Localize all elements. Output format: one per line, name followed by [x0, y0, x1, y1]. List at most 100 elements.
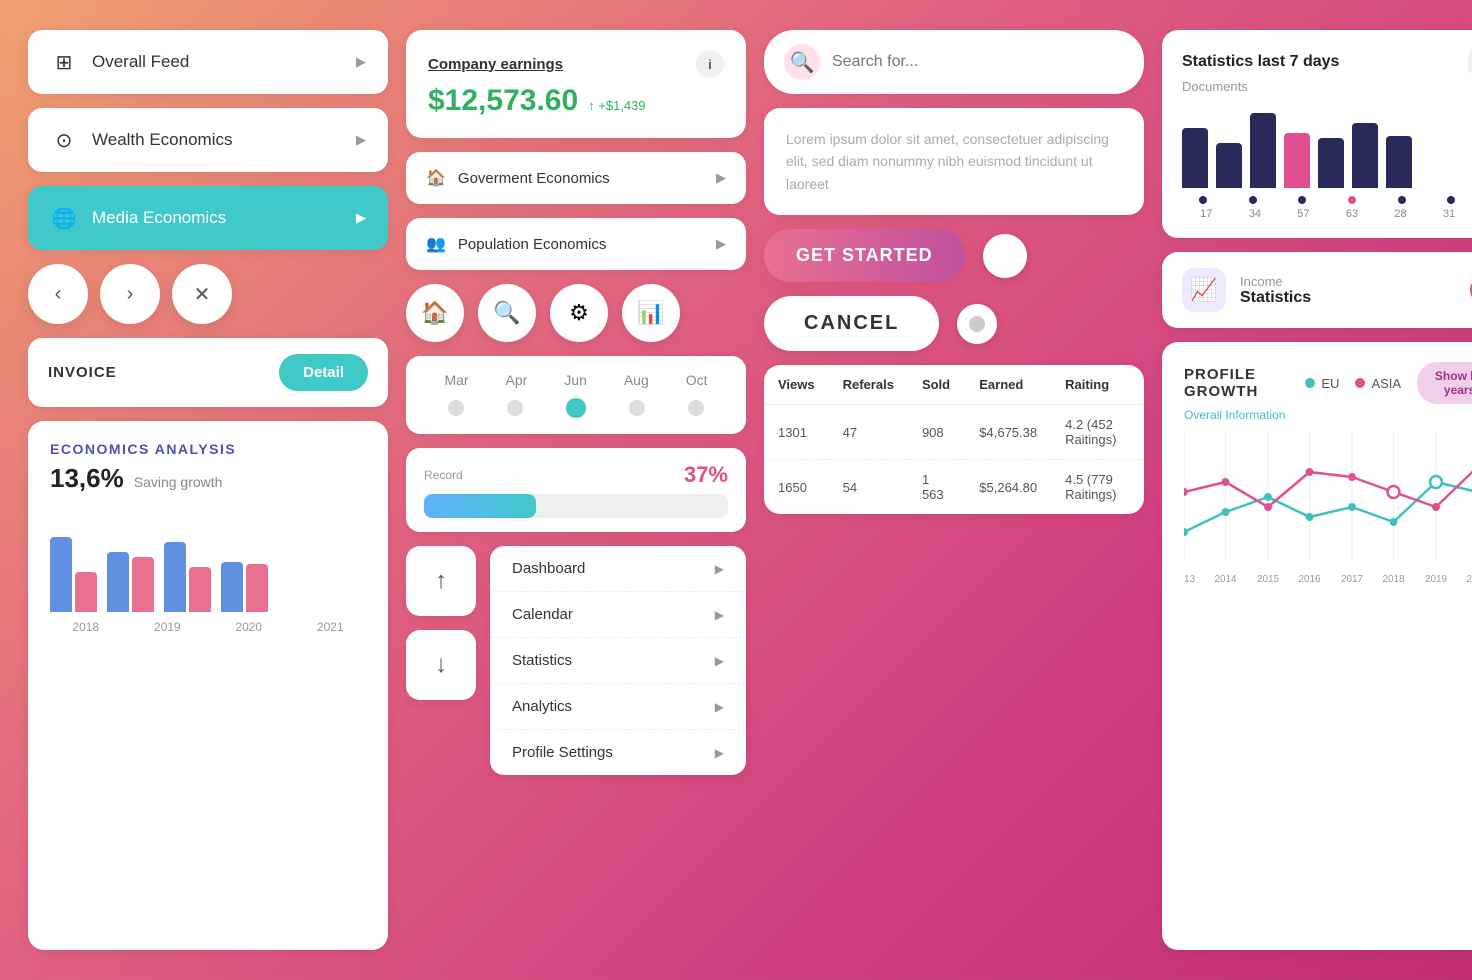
radio-circle-cancel[interactable]	[957, 304, 997, 344]
search-bar: 🔍	[764, 30, 1144, 94]
income-text: Income Statistics	[1240, 274, 1470, 307]
bar7-7	[1386, 136, 1412, 188]
bar-2019-blue	[107, 552, 129, 612]
timeline-dot-mar[interactable]	[448, 400, 464, 416]
lorem-card: Lorem ipsum dolor sit amet, consectetuer…	[764, 108, 1144, 215]
table-row: 1650 54 1 563 $5,264.80 4.5 (779 Raiting…	[764, 460, 1144, 515]
earnings-amount: $12,573.60	[428, 84, 578, 118]
info-button[interactable]: i	[696, 50, 724, 78]
profile-growth-title: PROFILE GROWTH	[1184, 366, 1289, 400]
timeline-dot-jun[interactable]	[566, 398, 586, 418]
close-button[interactable]: ✕	[172, 264, 232, 324]
home-icon-btn[interactable]: 🏠	[406, 284, 464, 342]
nav-arrow-active-icon: ▶	[356, 210, 366, 226]
col-referals: Referals	[829, 365, 908, 405]
pdf-button[interactable]: PDF	[1468, 48, 1472, 75]
nav-arrow-icon: ▶	[356, 132, 366, 148]
cancel-row: CANCEL	[764, 296, 1144, 351]
nav-item-population-economics[interactable]: 👥 Population Economics ▶	[406, 218, 746, 270]
svg-text:2015: 2015	[1257, 574, 1279, 585]
table-row: 1301 47 908 $4,675.38 4.2 (452 Raitings)	[764, 405, 1144, 460]
progress-bar-fill	[424, 494, 536, 518]
nav-item-government-economics[interactable]: 🏠 Goverment Economics ▶	[406, 152, 746, 204]
economics-analysis-card: ECONOMICS ANALYSIS 13,6% Saving growth	[28, 421, 388, 950]
progress-container: Record 37%	[406, 448, 746, 532]
progress-pct: 37%	[684, 462, 728, 488]
wealth-icon: ⊙	[50, 126, 78, 154]
show-years-button[interactable]: Show by years ▼	[1417, 362, 1472, 404]
bar7-5	[1318, 138, 1344, 188]
chart-icon-btn[interactable]: 📊	[622, 284, 680, 342]
economics-bar-chart	[50, 522, 366, 612]
svg-text:2020: 2020	[1467, 574, 1472, 585]
nav-controls: ‹ › ✕	[28, 264, 388, 324]
prev-button[interactable]: ‹	[28, 264, 88, 324]
dropdown-arrow-icon: ▶	[715, 700, 724, 714]
timeline-dot-oct[interactable]	[688, 400, 704, 416]
svg-text:2016: 2016	[1299, 574, 1321, 585]
timeline-dot-aug[interactable]	[629, 400, 645, 416]
dropdown-arrow-icon: ▶	[715, 562, 724, 576]
bar-2020-pink	[189, 567, 211, 612]
pg-legend-asia: ASIA	[1355, 376, 1401, 391]
nav-arrow-icon: ▶	[716, 236, 726, 252]
dropdown-item-statistics[interactable]: Statistics ▶	[490, 638, 746, 684]
bar7-3	[1250, 113, 1276, 188]
bar7-dots	[1182, 196, 1472, 204]
search-icon-btn[interactable]: 🔍	[478, 284, 536, 342]
invoice-label: INVOICE	[48, 364, 117, 381]
bar-2019-pink	[132, 557, 154, 612]
detail-button[interactable]: Detail	[279, 354, 368, 391]
toggle-circle-get-started[interactable]	[983, 234, 1027, 278]
earnings-change: ↑ +$1,439	[588, 98, 645, 113]
nav-item-wealth-economics[interactable]: ⊙ Wealth Economics ▶	[28, 108, 388, 172]
dropdown-arrow-icon: ▶	[715, 608, 724, 622]
profile-growth-card: PROFILE GROWTH EU ASIA Show by years ▼	[1162, 342, 1472, 950]
upload-buttons: ↑ ↓	[406, 546, 476, 775]
earnings-card: Company earnings i $12,573.60 ↑ +$1,439	[406, 30, 746, 138]
dropdown-item-analytics[interactable]: Analytics ▶	[490, 684, 746, 730]
nav-arrow-icon: ▶	[356, 54, 366, 70]
nav-arrow-icon: ▶	[716, 170, 726, 186]
dropdown-menu: Dashboard ▶ Calendar ▶ Statistics ▶ Anal…	[490, 546, 746, 775]
icon-row: 🏠 🔍 ⚙ 📊	[406, 284, 746, 342]
col-raiting: Raiting	[1051, 365, 1144, 405]
stats-7-days-card: Statistics last 7 days PDF Documents	[1162, 30, 1472, 238]
income-label: Income	[1240, 274, 1470, 289]
eu-dot	[1305, 378, 1315, 388]
pg-overall-info: Overall Information	[1184, 408, 1472, 422]
stats7-sub: Documents	[1182, 79, 1472, 94]
income-statistics-card: 📈 Income Statistics	[1162, 252, 1472, 328]
nav-item-media-economics[interactable]: 🌐 Media Economics ▶	[28, 186, 388, 250]
search-input[interactable]	[832, 53, 1124, 71]
timeline-dots	[426, 398, 726, 418]
nav-item-overall-feed[interactable]: ⊞ Overall Feed ▶	[28, 30, 388, 94]
lorem-text: Lorem ipsum dolor sit amet, consectetuer…	[786, 131, 1109, 192]
col-sold: Sold	[908, 365, 965, 405]
timeline: Mar Apr Jun Aug Oct	[406, 356, 746, 434]
economics-sub: Saving growth	[134, 474, 223, 490]
pg-legend-eu: EU	[1305, 376, 1339, 391]
upload-up-button[interactable]: ↑	[406, 546, 476, 616]
get-started-button[interactable]: GET STARTED	[764, 229, 965, 282]
timeline-dot-apr[interactable]	[507, 400, 523, 416]
upload-down-button[interactable]: ↓	[406, 630, 476, 700]
income-title: Statistics	[1240, 289, 1470, 307]
bar-2020-blue	[164, 542, 186, 612]
bar-2018-pink	[75, 572, 97, 612]
bar-2021-pink	[246, 564, 268, 612]
cancel-button[interactable]: CANCEL	[764, 296, 939, 351]
dropdown-item-profile-settings[interactable]: Profile Settings ▶	[490, 730, 746, 775]
bar7-labels: 17 34 57 63 28 31 29	[1182, 208, 1472, 220]
next-button[interactable]: ›	[100, 264, 160, 324]
bar-2018-blue	[50, 537, 72, 612]
asia-dot	[1355, 378, 1365, 388]
dropdown-arrow-icon: ▶	[715, 654, 724, 668]
dropdown-item-dashboard[interactable]: Dashboard ▶	[490, 546, 746, 592]
gear-icon-btn[interactable]: ⚙	[550, 284, 608, 342]
radio-dot	[969, 316, 985, 332]
grid-icon: ⊞	[50, 48, 78, 76]
search-icon: 🔍	[784, 44, 820, 80]
col-earned: Earned	[965, 365, 1051, 405]
dropdown-item-calendar[interactable]: Calendar ▶	[490, 592, 746, 638]
